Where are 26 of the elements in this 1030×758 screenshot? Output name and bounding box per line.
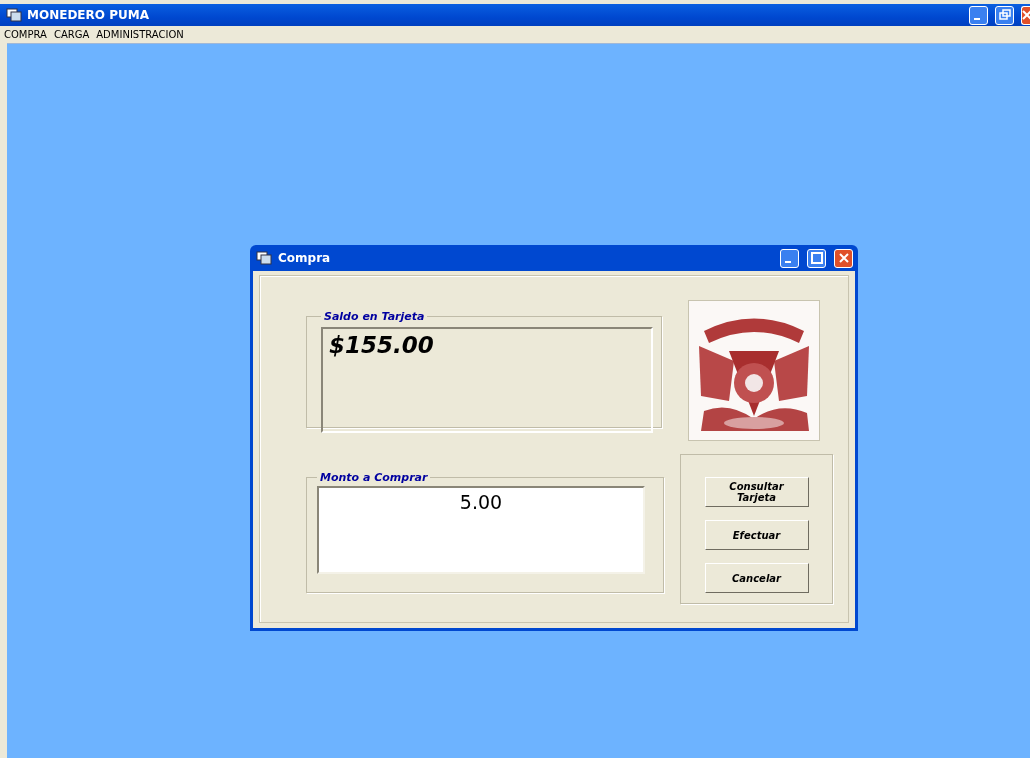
menu-item[interactable]: CARGA	[53, 29, 90, 40]
window-icon	[6, 8, 22, 22]
close-icon	[838, 253, 849, 263]
dialog-title: Compra	[278, 251, 332, 265]
action-button[interactable]: Cancelar	[704, 563, 809, 593]
close-button[interactable]	[1021, 5, 1030, 25]
restore-button[interactable]	[995, 5, 1014, 25]
balance-display: $155.00	[321, 327, 653, 433]
menu-item[interactable]: COMPRA	[4, 29, 47, 40]
maximize-button[interactable]	[807, 248, 826, 268]
close-icon	[1022, 10, 1030, 20]
minimize-button[interactable]	[780, 248, 799, 268]
maximize-icon	[810, 252, 823, 264]
group-label: Monto a Comprar	[319, 471, 429, 484]
minimize-icon	[974, 18, 980, 20]
close-button[interactable]	[834, 248, 853, 268]
amount-field[interactable]: 5.00	[317, 486, 645, 574]
minimize-button[interactable]	[969, 5, 988, 25]
minimize-icon	[785, 261, 791, 263]
action-button[interactable]: Efectuar	[704, 520, 809, 550]
restore-icon	[998, 9, 1011, 21]
window-icon	[256, 251, 272, 265]
menu-item[interactable]: ADMINISTRACION	[96, 29, 184, 40]
window-title: MONEDERO PUMA	[27, 8, 150, 22]
action-button[interactable]: Consultar Tarjeta	[704, 477, 809, 507]
group-label: Saldo en Tarjeta	[323, 310, 426, 323]
